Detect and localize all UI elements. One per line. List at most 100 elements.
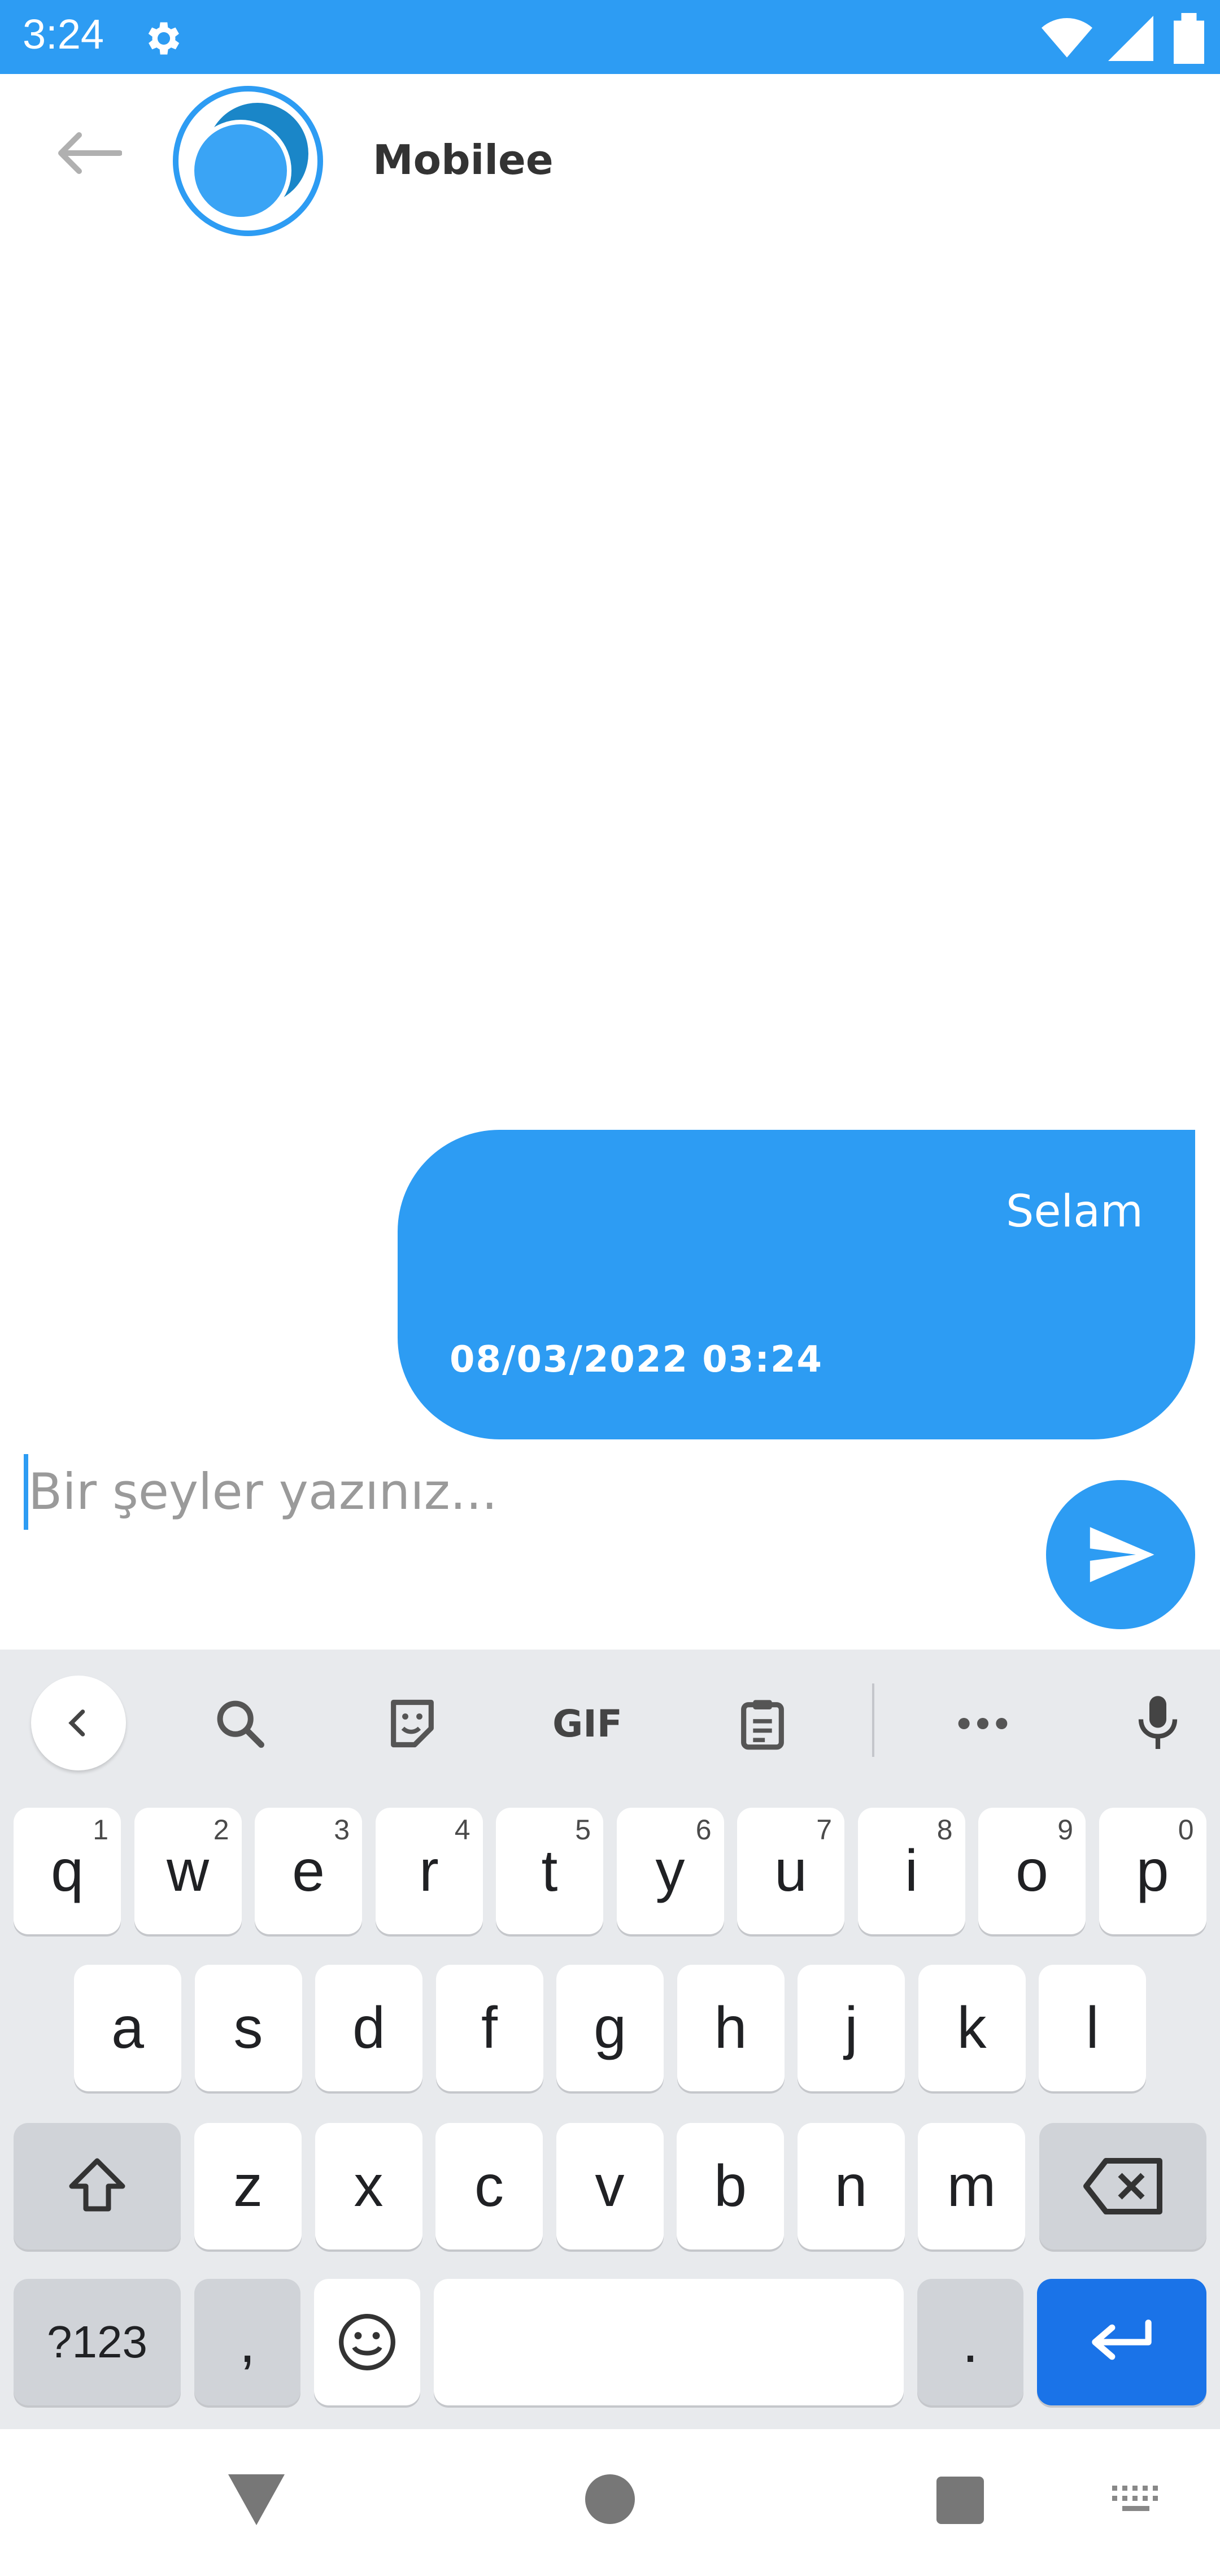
back-arrow-icon[interactable]	[54, 130, 122, 176]
key-t[interactable]: t5	[496, 1808, 603, 1934]
key-o[interactable]: o9	[978, 1808, 1086, 1934]
signal-icon	[1108, 16, 1153, 61]
key-f[interactable]: f	[435, 1965, 543, 2091]
symbols-label: ?123	[47, 2317, 147, 2367]
key-label: e	[292, 1838, 325, 1904]
key-number-hint: 3	[334, 1814, 350, 1846]
system-navigation-bar	[0, 2429, 1220, 2576]
keyboard-collapse-button[interactable]	[31, 1676, 126, 1770]
key-r[interactable]: r4	[375, 1808, 483, 1934]
key-label: h	[714, 1995, 747, 2061]
on-screen-keyboard: GIF ?123 , . q1w2e3r4t5y6u7i8o9p0as d f …	[0, 1650, 1220, 2429]
gif-button[interactable]: GIF	[539, 1676, 635, 1772]
key-label: d	[352, 1995, 385, 2061]
key-z[interactable]: z	[194, 2123, 302, 2249]
sent-message-bubble: Selam 08/03/2022 03:24	[398, 1130, 1195, 1439]
key-x[interactable]: x	[315, 2123, 422, 2249]
key-label: x	[354, 2153, 384, 2219]
key-label: q	[51, 1838, 84, 1904]
key-w[interactable]: w2	[134, 1808, 242, 1934]
enter-key[interactable]	[1037, 2279, 1206, 2405]
key-number-hint: 9	[1057, 1814, 1073, 1846]
emoji-key[interactable]	[314, 2279, 420, 2405]
period-key[interactable]: .	[917, 2279, 1023, 2405]
key-label: l	[1086, 1995, 1099, 2061]
key-l[interactable]: l	[1039, 1965, 1146, 2091]
key-label: r	[419, 1838, 439, 1904]
comma-key[interactable]: ,	[194, 2279, 300, 2405]
key-label: m	[947, 2153, 996, 2219]
key-label: t	[541, 1838, 558, 1904]
key-d[interactable]: d	[315, 1965, 422, 2091]
send-button[interactable]	[1046, 1480, 1195, 1629]
nav-recents-icon[interactable]	[936, 2477, 984, 2524]
message-text: Selam	[1006, 1186, 1143, 1237]
key-label: j	[844, 1995, 858, 2061]
key-u[interactable]: u7	[737, 1808, 844, 1934]
key-q[interactable]: q1	[14, 1808, 121, 1934]
key-label: w	[166, 1838, 210, 1904]
key-v[interactable]: v	[556, 2123, 664, 2249]
key-label: b	[714, 2153, 747, 2219]
key-a[interactable]: a	[74, 1965, 181, 2091]
key-m[interactable]: m	[918, 2123, 1025, 2249]
clipboard-icon	[741, 1700, 784, 1750]
status-icons	[1042, 13, 1209, 64]
key-g[interactable]: g	[556, 1965, 664, 2091]
key-label: g	[594, 1995, 626, 2061]
text-cursor	[24, 1454, 28, 1530]
keyboard-switch-icon[interactable]	[1110, 2483, 1161, 2515]
wifi-icon	[1042, 18, 1092, 58]
key-j[interactable]: j	[798, 1965, 905, 2091]
clipboard-button[interactable]	[714, 1676, 811, 1772]
gif-label: GIF	[552, 1702, 622, 1746]
key-number-hint: 0	[1178, 1814, 1194, 1846]
nav-back-icon[interactable]	[228, 2474, 285, 2525]
message-timestamp: 08/03/2022 03:24	[450, 1339, 823, 1381]
key-s[interactable]: s	[194, 1965, 302, 2091]
more-options-button[interactable]	[935, 1676, 1031, 1772]
backspace-key[interactable]	[1039, 2123, 1206, 2249]
send-icon	[1090, 1527, 1154, 1582]
space-key[interactable]	[434, 2279, 904, 2405]
contact-name: Mobilee	[373, 136, 554, 184]
key-y[interactable]: y6	[616, 1808, 724, 1934]
key-label: o	[1016, 1838, 1048, 1904]
sticker-button[interactable]	[364, 1676, 460, 1772]
key-label: v	[595, 2153, 625, 2219]
nav-home-icon[interactable]	[585, 2474, 635, 2524]
key-k[interactable]: k	[918, 1965, 1026, 2091]
settings-gear-icon	[148, 22, 180, 55]
key-i[interactable]: i8	[857, 1808, 965, 1934]
key-label: p	[1136, 1838, 1169, 1904]
key-p[interactable]: p0	[1099, 1808, 1206, 1934]
enter-arrow-icon	[1092, 2320, 1152, 2360]
shift-key[interactable]	[14, 2123, 181, 2249]
status-time: 3:24	[23, 11, 104, 58]
toolbar-divider	[872, 1683, 874, 1757]
battery-icon	[1174, 13, 1204, 64]
key-n[interactable]: n	[797, 2123, 905, 2249]
key-h[interactable]: h	[677, 1965, 785, 2091]
voice-input-button[interactable]	[1110, 1676, 1206, 1772]
key-label: k	[957, 1995, 987, 2061]
key-e[interactable]: e3	[255, 1808, 362, 1934]
key-number-hint: 1	[93, 1814, 108, 1846]
key-label: y	[655, 1838, 685, 1904]
sticker-icon	[391, 1699, 434, 1748]
period-label: .	[962, 2309, 979, 2375]
key-label: f	[481, 1995, 498, 2061]
keyboard-search-button[interactable]	[192, 1676, 288, 1772]
key-number-hint: 5	[575, 1814, 591, 1846]
chat-header: Mobilee	[0, 74, 1220, 249]
message-input[interactable]	[28, 1452, 1022, 1531]
symbols-key[interactable]: ?123	[14, 2279, 181, 2405]
status-bar: 3:24	[0, 0, 1220, 74]
contact-avatar[interactable]	[173, 86, 323, 236]
key-b[interactable]: b	[677, 2123, 784, 2249]
key-number-hint: 7	[816, 1814, 832, 1846]
more-horizontal-icon	[958, 1718, 1008, 1729]
key-c[interactable]: c	[435, 2123, 543, 2249]
key-label: n	[834, 2153, 868, 2219]
key-number-hint: 2	[213, 1814, 229, 1846]
